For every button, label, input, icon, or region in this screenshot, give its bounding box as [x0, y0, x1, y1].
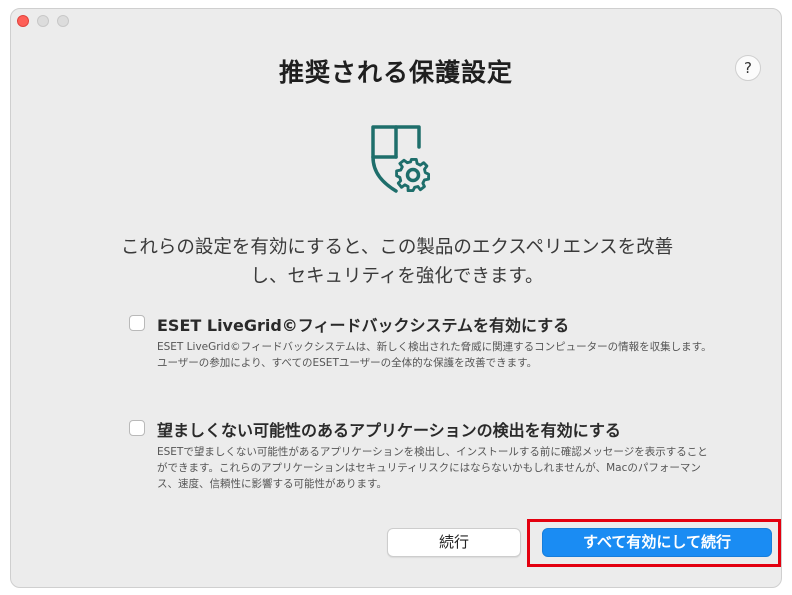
intro-text: これらの設定を有効にすると、この製品のエクスペリエンスを改善 し、セキュリティを…: [101, 233, 693, 291]
enable-all-and-continue-button[interactable]: すべて有効にして続行: [542, 528, 772, 557]
continue-button[interactable]: 続行: [387, 528, 521, 557]
dialog-window: 推奨される保護設定 ? これらの設定を有効にすると、この製品のエクスペリエンスを…: [10, 8, 782, 588]
close-window-button[interactable]: [17, 15, 29, 27]
minimize-window-button[interactable]: [37, 15, 49, 27]
pua-detection-option-description: ESETで望ましくない可能性があるアプリケーションを検出し、インストールする前に…: [157, 446, 708, 490]
intro-text-line-2: し、セキュリティを強化できます。: [250, 266, 544, 287]
zoom-window-button[interactable]: [57, 15, 69, 27]
pua-detection-option-title[interactable]: 望ましくない可能性のあるアプリケーションの検出を有効にする: [157, 417, 621, 441]
livegrid-option-title[interactable]: ESET LiveGrid©フィードバックシステムを有効にする: [157, 312, 569, 336]
dialog-title: 推奨される保護設定: [278, 58, 513, 87]
livegrid-checkbox[interactable]: [129, 315, 145, 331]
intro-text-line-1: これらの設定を有効にすると、この製品のエクスペリエンスを改善: [120, 237, 674, 258]
help-button[interactable]: ?: [735, 55, 761, 81]
shield-gear-icon: [365, 117, 437, 201]
pua-detection-checkbox[interactable]: [129, 420, 145, 436]
livegrid-option-description: ESET LiveGrid©フィードバックシステムは、新しく検出された脅威に関連…: [157, 341, 712, 369]
window-controls: [17, 15, 69, 27]
